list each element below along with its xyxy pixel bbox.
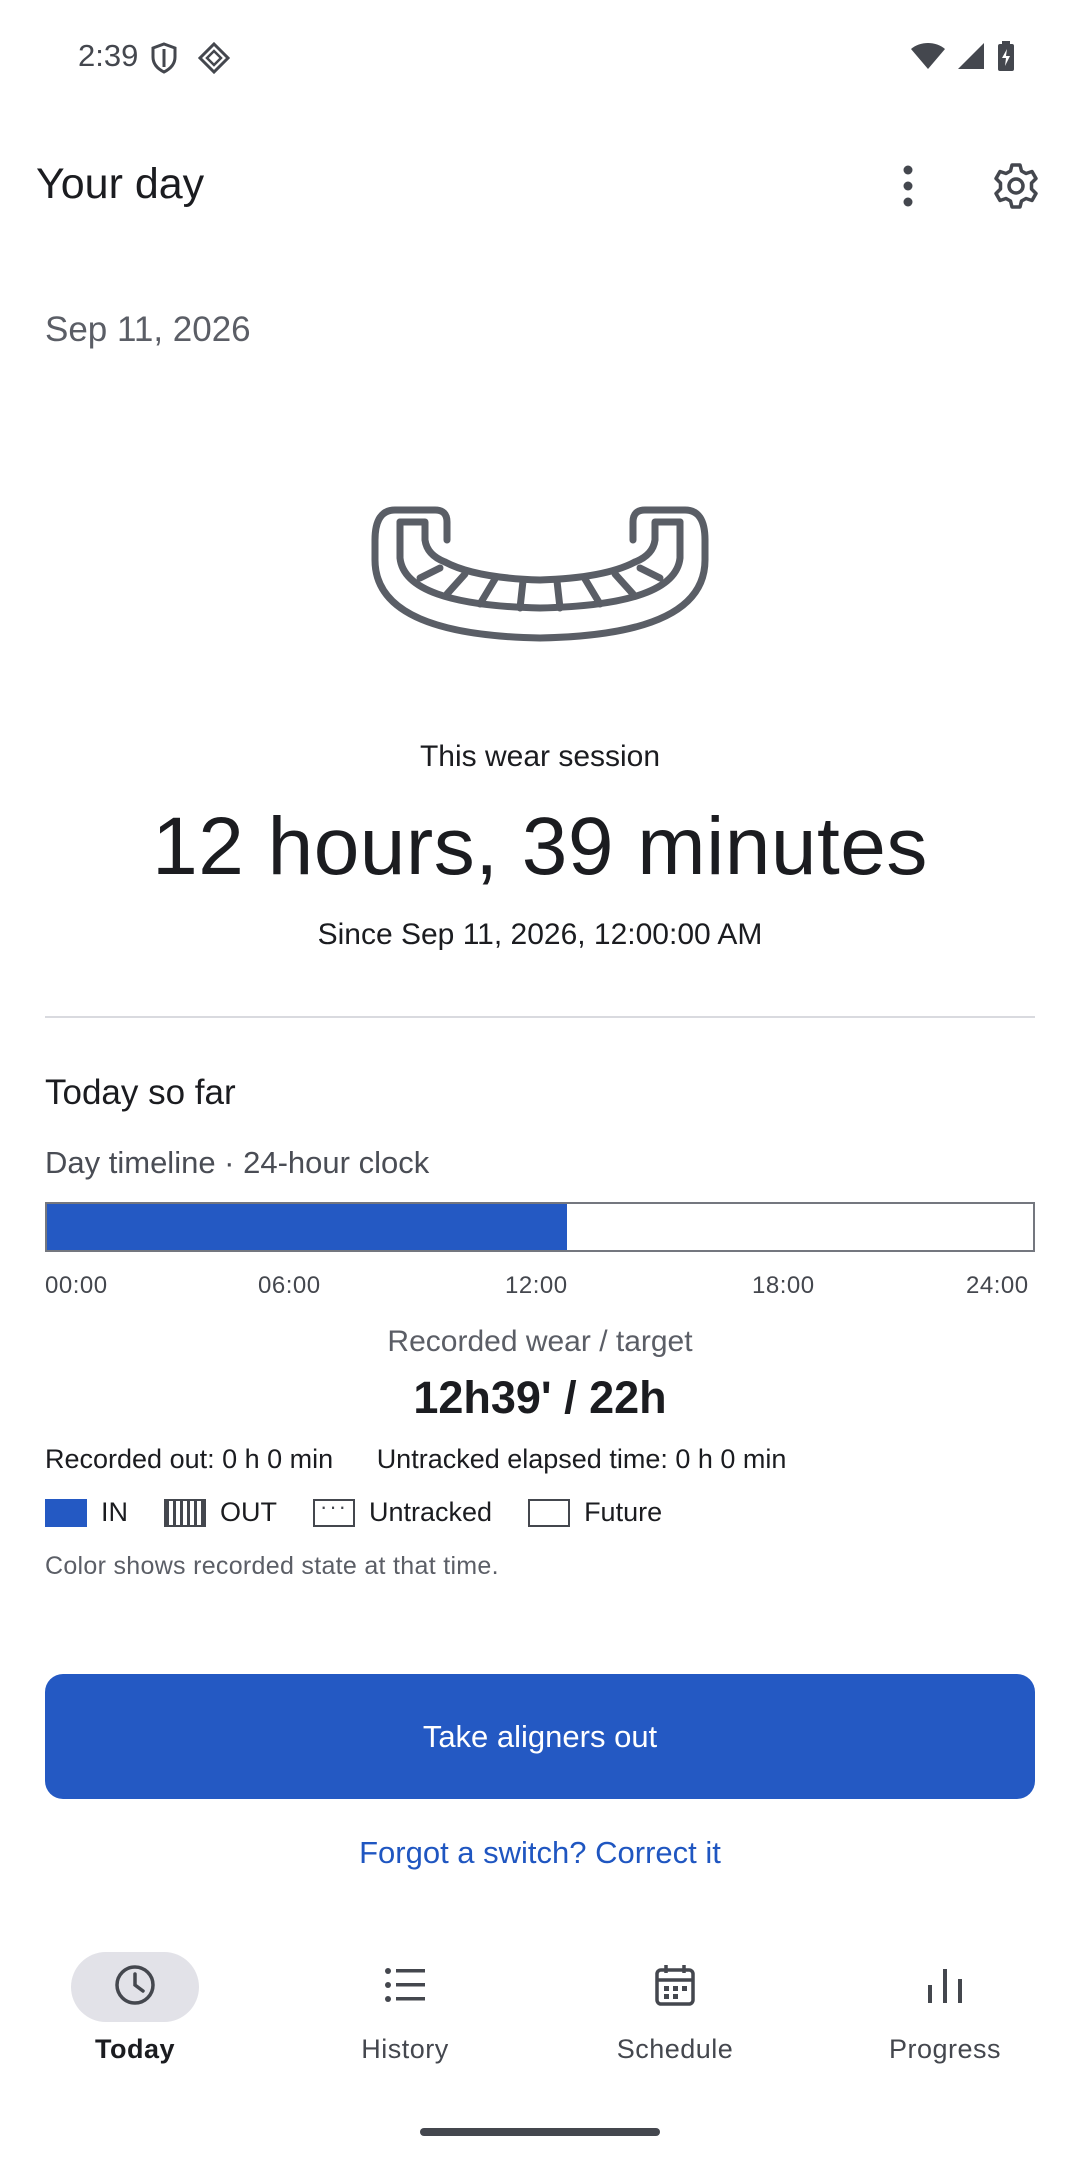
correct-switch-link[interactable]: Forgot a switch? Correct it (0, 1835, 1080, 1871)
status-bar: 2:39 (0, 0, 1080, 116)
legend-untracked-label: Untracked (369, 1497, 493, 1527)
section-title-today: Today so far (45, 1073, 236, 1112)
nav-history[interactable]: History (270, 1940, 540, 2090)
nav-today-indicator (71, 1952, 199, 2022)
more-options-button[interactable] (880, 160, 936, 216)
nav-progress[interactable]: Progress (810, 1940, 1080, 2090)
legend-in-swatch (45, 1498, 87, 1527)
tick-label: 06:00 (258, 1272, 321, 1299)
more-vert-icon (902, 164, 914, 213)
legend-untracked: Untracked (313, 1494, 493, 1528)
tick-label: 24:00 (966, 1272, 1029, 1299)
timeline-in-segment (47, 1204, 567, 1250)
legend-future-swatch (528, 1498, 571, 1527)
bottom-navigation: Today History Schedule Progress (0, 1940, 1080, 2090)
nav-today[interactable]: Today (0, 1940, 270, 2090)
legend-untracked-swatch (313, 1494, 355, 1527)
battery-charging-icon (996, 40, 1016, 77)
legend-future-label: Future (584, 1497, 663, 1527)
legend-in-label: IN (101, 1497, 128, 1527)
tick-label: 00:00 (45, 1272, 108, 1299)
signal-icon (956, 41, 986, 76)
tick-label: 18:00 (752, 1272, 815, 1299)
wear-target-value: 12h39' / 22h (413, 1372, 667, 1423)
timeline-legend: IN OUT Untracked Future (45, 1494, 698, 1528)
settings-button[interactable] (988, 160, 1044, 216)
nav-schedule-label: Schedule (616, 2034, 734, 2064)
bar-chart-icon (925, 1965, 965, 2010)
nav-schedule[interactable]: Schedule (540, 1940, 810, 2090)
clock-icon (113, 1963, 157, 2012)
legend-out-swatch (164, 1498, 206, 1527)
home-indicator (420, 2128, 660, 2136)
color-note: Color shows recorded state at that time. (45, 1552, 499, 1580)
settings-gear-icon (991, 161, 1041, 216)
nav-progress-indicator (881, 1952, 1009, 2022)
legend-in: IN (45, 1497, 128, 1528)
current-date: Sep 11, 2026 (45, 310, 251, 349)
recorded-out: Recorded out: 0 h 0 min (45, 1444, 334, 1474)
aligner-icon (365, 500, 715, 650)
legend-out-label: OUT (220, 1497, 277, 1527)
untracked-elapsed: Untracked elapsed time: 0 h 0 min (376, 1444, 787, 1474)
nav-progress-label: Progress (888, 2034, 1002, 2064)
stats-line: Recorded out: 0 h 0 min Untracked elapse… (45, 1444, 786, 1475)
nav-schedule-indicator (611, 1952, 739, 2022)
timeline-caption: Day timeline · 24-hour clock (45, 1145, 430, 1180)
wear-target-label: Recorded wear / target (387, 1325, 693, 1358)
shield-icon (150, 42, 178, 79)
session-since: Since Sep 11, 2026, 12:00:00 AM (317, 918, 763, 951)
tick-label: 12:00 (505, 1272, 568, 1299)
take-aligners-out-button[interactable]: Take aligners out (45, 1674, 1035, 1799)
diamond-network-icon (197, 41, 231, 79)
legend-future: Future (528, 1497, 662, 1528)
session-duration: 12 hours, 39 minutes (152, 801, 928, 892)
nav-history-indicator (341, 1952, 469, 2022)
wifi-icon (910, 41, 946, 76)
status-time: 2:39 (78, 38, 139, 73)
list-icon (383, 1965, 427, 2010)
divider (45, 1016, 1035, 1018)
calendar-icon (654, 1963, 696, 2012)
nav-today-label: Today (94, 2034, 175, 2064)
legend-out: OUT (164, 1497, 277, 1528)
nav-history-label: History (361, 2034, 449, 2064)
session-label: This wear session (419, 740, 661, 773)
day-timeline (45, 1202, 1035, 1252)
page-title: Your day (36, 160, 205, 208)
